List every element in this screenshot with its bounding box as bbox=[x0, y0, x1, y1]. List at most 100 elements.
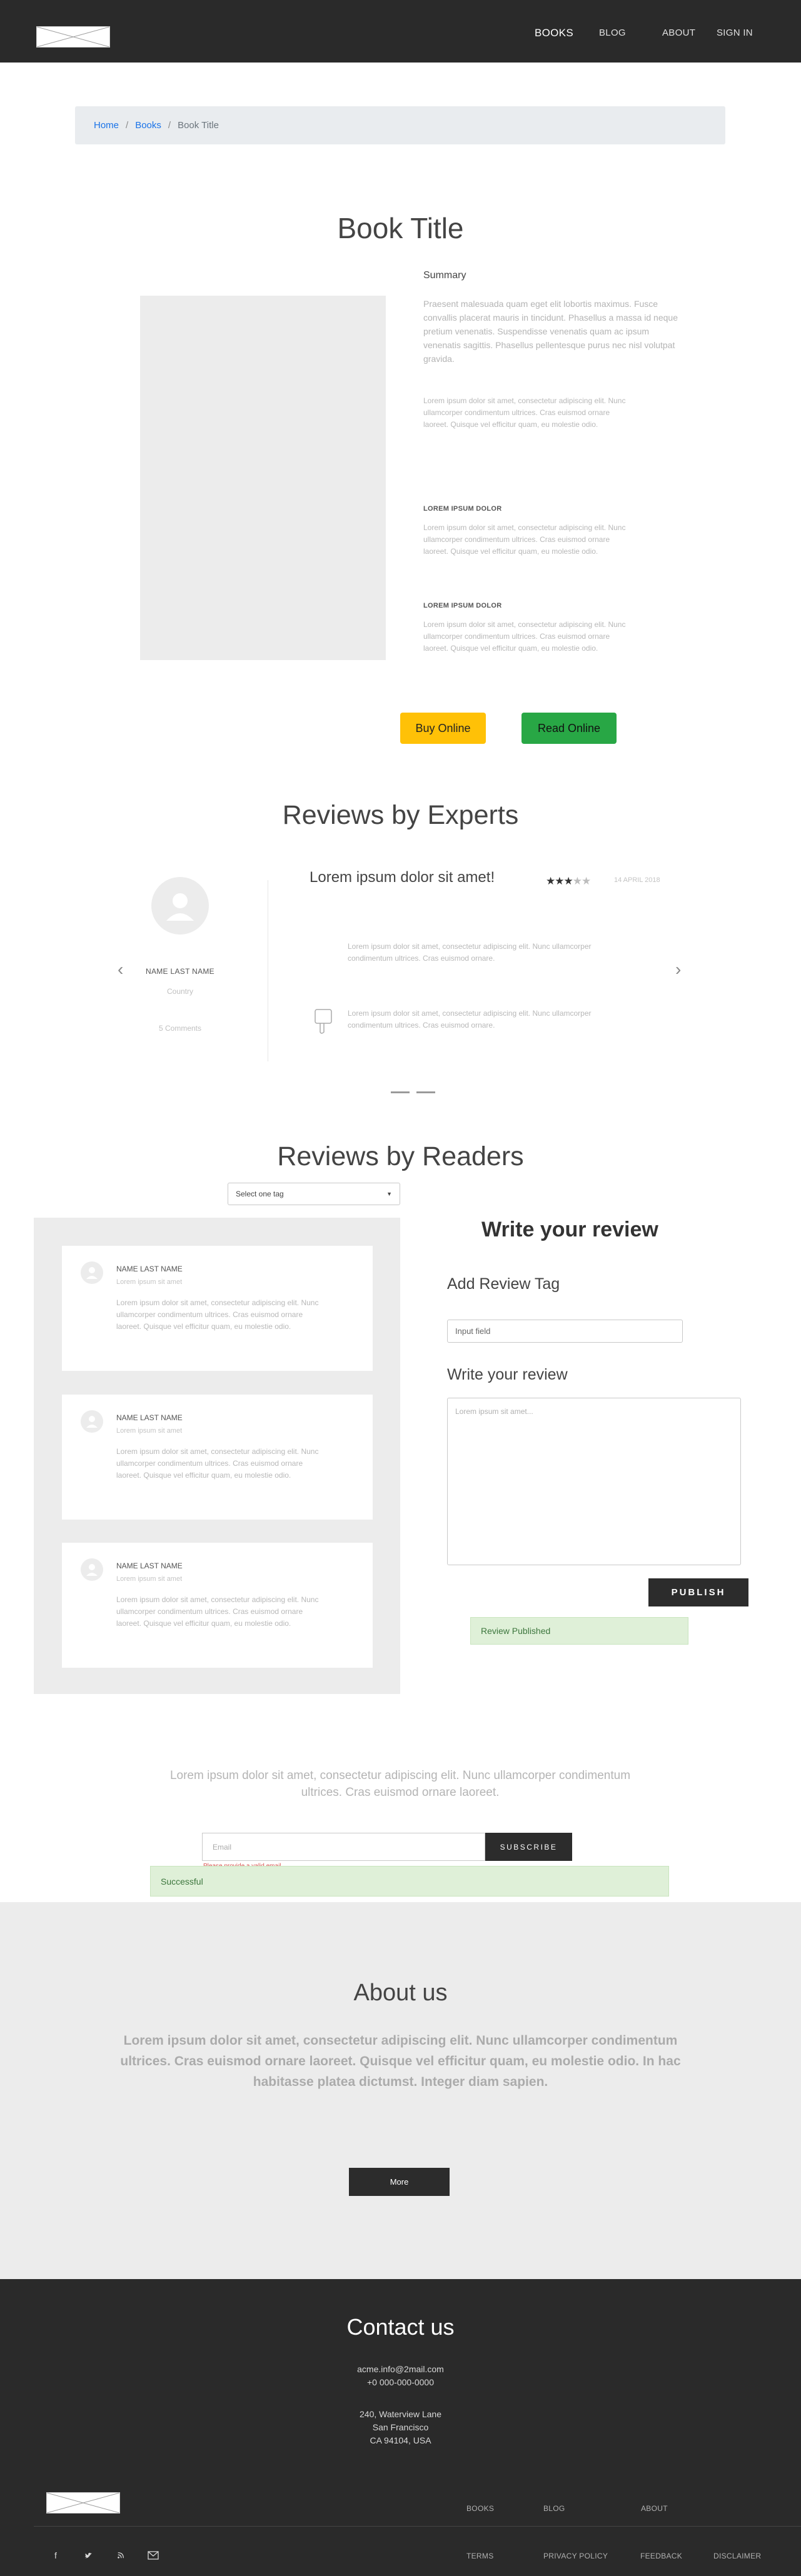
twitter-icon[interactable] bbox=[81, 2548, 95, 2562]
reader-review-text: Lorem ipsum dolor sit amet, consectetur … bbox=[116, 1298, 319, 1331]
reader-review-card: NAME LAST NAME Lorem ipsum sit amet Lore… bbox=[62, 1543, 373, 1668]
about-section: About us Lorem ipsum dolor sit amet, con… bbox=[0, 1902, 801, 2279]
expert-review-text: Lorem ipsum dolor sit amet, consectetur … bbox=[348, 942, 592, 963]
site-header: BOOKS BLOG ABOUT SIGN IN bbox=[0, 0, 801, 63]
summary-text: Praesent malesuada quam eget elit lobort… bbox=[423, 299, 678, 364]
section-heading: LOREM IPSUM DOLOR bbox=[423, 602, 502, 609]
contact-address: 240, Waterview Lane bbox=[360, 2409, 441, 2419]
footer-nav-blog[interactable]: BLOG bbox=[543, 2504, 565, 2513]
rating-stars: ★★★★★ bbox=[546, 875, 591, 888]
review-date: 14 APRIL 2018 bbox=[614, 876, 660, 884]
star-icon: ★ bbox=[563, 875, 573, 887]
reader-reviews-panel: NAME LAST NAME Lorem ipsum sit amet Lore… bbox=[34, 1218, 400, 1694]
readers-section-title: Reviews by Readers bbox=[277, 1141, 524, 1171]
logo-placeholder-icon bbox=[37, 27, 109, 47]
user-icon bbox=[86, 1564, 98, 1576]
breadcrumb-separator: / bbox=[168, 120, 171, 131]
reader-subtitle: Lorem ipsum sit amet bbox=[116, 1575, 183, 1583]
expert-name: NAME LAST NAME bbox=[145, 967, 214, 976]
email-input[interactable]: Email bbox=[202, 1833, 485, 1861]
facebook-icon[interactable]: f bbox=[49, 2548, 63, 2562]
experts-section-title: Reviews by Experts bbox=[282, 800, 519, 830]
nav-books[interactable]: BOOKS bbox=[535, 27, 573, 39]
email-icon[interactable] bbox=[146, 2548, 160, 2562]
reader-name: NAME LAST NAME bbox=[116, 1413, 183, 1422]
nav-about[interactable]: ABOUT bbox=[662, 28, 695, 38]
breadcrumb: Home / Books / Book Title bbox=[75, 106, 725, 144]
user-icon bbox=[86, 1416, 98, 1428]
contact-address: San Francisco bbox=[372, 2422, 429, 2432]
expert-review-text: Lorem ipsum dolor sit amet, consectetur … bbox=[348, 1009, 592, 1030]
user-icon bbox=[166, 893, 194, 921]
footer-link-disclaimer[interactable]: DISCLAIMER bbox=[713, 2552, 761, 2560]
about-title: About us bbox=[353, 1980, 448, 2006]
rss-icon[interactable] bbox=[114, 2548, 128, 2562]
breadcrumb-books[interactable]: Books bbox=[135, 120, 161, 131]
reader-review-text: Lorem ipsum dolor sit amet, consectetur … bbox=[116, 1595, 319, 1628]
book-cover-image bbox=[140, 296, 386, 660]
tag-select[interactable]: Select one tag ▼ bbox=[228, 1183, 400, 1205]
footer-nav-about[interactable]: ABOUT bbox=[641, 2504, 668, 2513]
chevron-left-icon[interactable]: ‹ bbox=[118, 960, 123, 980]
breadcrumb-separator: / bbox=[126, 120, 129, 131]
avatar bbox=[81, 1558, 103, 1581]
expert-country: Country bbox=[166, 987, 194, 996]
more-button[interactable]: More bbox=[349, 2168, 450, 2196]
reader-name: NAME LAST NAME bbox=[116, 1265, 183, 1273]
footer-link-feedback[interactable]: FEEDBACK bbox=[640, 2552, 682, 2560]
review-text-label: Write your review bbox=[447, 1366, 568, 1383]
star-icon: ★ bbox=[555, 875, 564, 887]
contact-phone[interactable]: +0 000-000-0000 bbox=[0, 2377, 801, 2387]
review-textarea[interactable]: Lorem ipsum sit amet... bbox=[447, 1398, 741, 1565]
buy-online-button[interactable]: Buy Online bbox=[400, 713, 486, 744]
avatar bbox=[81, 1410, 103, 1433]
footer-logo[interactable] bbox=[46, 2492, 120, 2513]
footer-divider bbox=[34, 2526, 801, 2527]
contact-footer-section: Contact us acme.info@2mail.com +0 000-00… bbox=[0, 2279, 801, 2576]
contact-email[interactable]: acme.info@2mail.com bbox=[0, 2364, 801, 2374]
review-published-alert: Review Published bbox=[470, 1617, 688, 1645]
reader-subtitle: Lorem ipsum sit amet bbox=[116, 1427, 183, 1435]
footer-link-terms[interactable]: TERMS bbox=[466, 2552, 494, 2560]
chevron-down-icon: ▼ bbox=[386, 1191, 392, 1197]
summary-heading: Summary bbox=[423, 270, 466, 281]
reader-review-card: NAME LAST NAME Lorem ipsum sit amet Lore… bbox=[62, 1246, 373, 1371]
tag-select-value: Select one tag bbox=[236, 1190, 284, 1198]
carousel-indicator[interactable] bbox=[416, 1091, 435, 1093]
reader-review-card: NAME LAST NAME Lorem ipsum sit amet Lore… bbox=[62, 1395, 373, 1520]
breadcrumb-home[interactable]: Home bbox=[94, 120, 119, 131]
carousel-indicator[interactable] bbox=[391, 1091, 410, 1093]
section-text: Lorem ipsum dolor sit amet, consectetur … bbox=[423, 523, 626, 556]
section-text: Lorem ipsum dolor sit amet, consectetur … bbox=[423, 620, 626, 653]
chevron-right-icon[interactable]: › bbox=[675, 960, 681, 980]
contact-address: CA 94104, USA bbox=[370, 2435, 431, 2445]
nav-sign-in[interactable]: SIGN IN bbox=[717, 28, 753, 38]
thumbs-down-icon[interactable] bbox=[311, 1007, 336, 1037]
avatar bbox=[81, 1261, 103, 1284]
expert-review-title: Lorem ipsum dolor sit amet! bbox=[310, 869, 495, 886]
publish-button[interactable]: PUBLISH bbox=[648, 1578, 748, 1606]
logo[interactable] bbox=[36, 26, 110, 48]
read-online-button[interactable]: Read Online bbox=[521, 713, 617, 744]
expert-avatar bbox=[151, 877, 209, 935]
about-text: Lorem ipsum dolor sit amet, consectetur … bbox=[120, 2033, 681, 2089]
book-title: Book Title bbox=[337, 212, 464, 244]
review-tag-input[interactable]: Input field bbox=[447, 1320, 683, 1343]
star-icon: ★ bbox=[572, 875, 582, 887]
reader-review-text: Lorem ipsum dolor sit amet, consectetur … bbox=[116, 1447, 319, 1480]
footer-link-privacy[interactable]: PRIVACY POLICY bbox=[543, 2552, 608, 2560]
footer-nav-books[interactable]: BOOKS bbox=[466, 2504, 494, 2513]
reader-subtitle: Lorem ipsum sit amet bbox=[116, 1278, 183, 1286]
nav-blog[interactable]: BLOG bbox=[599, 28, 626, 38]
section-heading: LOREM IPSUM DOLOR bbox=[423, 505, 502, 513]
star-icon: ★ bbox=[582, 875, 591, 887]
subscribe-success-alert: Successful bbox=[150, 1866, 669, 1897]
star-icon: ★ bbox=[546, 875, 555, 887]
reader-name: NAME LAST NAME bbox=[116, 1561, 183, 1570]
contact-title: Contact us bbox=[346, 2314, 455, 2340]
user-icon bbox=[86, 1267, 98, 1279]
expert-comments-count[interactable]: 5 Comments bbox=[118, 1024, 243, 1033]
logo-placeholder-icon bbox=[47, 2493, 119, 2513]
subscribe-button[interactable]: SUBSCRIBE bbox=[485, 1833, 572, 1861]
review-tag-label: Add Review Tag bbox=[447, 1275, 560, 1293]
